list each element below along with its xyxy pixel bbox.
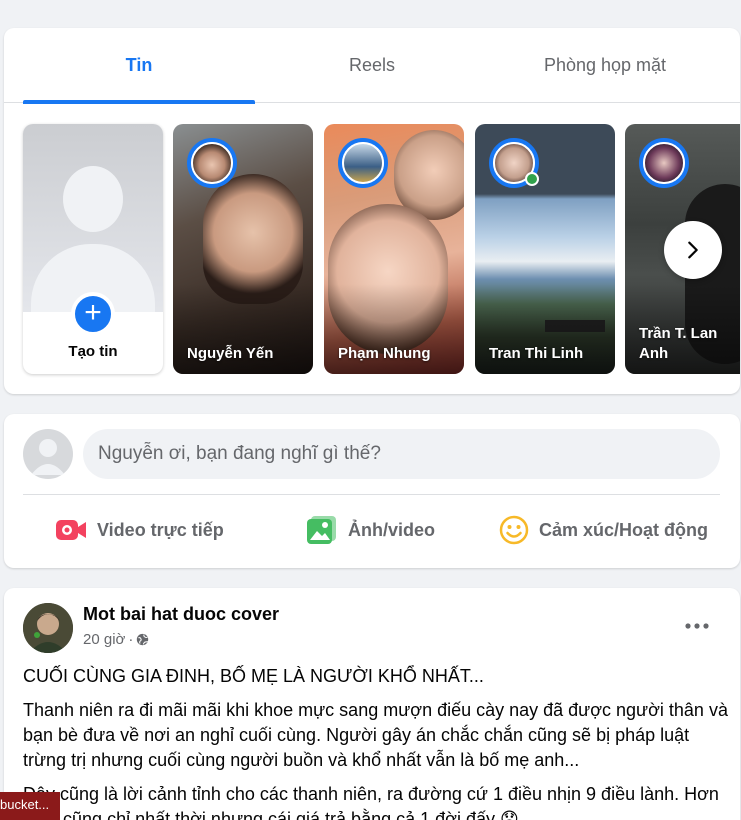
- divider: [23, 494, 720, 495]
- feeling-activity-label: Cảm xúc/Hoạt động: [539, 519, 709, 540]
- post-body: CUỐI CÙNG GIA ĐINH, BỐ MẸ LÀ NGƯỜI KHỔ N…: [23, 664, 728, 820]
- story-author-name: Nguyễn Yến: [187, 345, 274, 362]
- download-toast-label: bucket...: [0, 797, 50, 812]
- tab-stories-label: Tin: [125, 55, 153, 75]
- live-video-icon: [56, 520, 86, 540]
- create-story-label: Tạo tin: [68, 343, 118, 360]
- stories-card: Tin Reels Phòng họp mặt + Tạo tin Nguyễn…: [4, 28, 740, 394]
- story-author-name: Phạm Nhung: [338, 345, 431, 362]
- tab-active-indicator: [23, 100, 255, 104]
- tab-stories[interactable]: Tin: [23, 28, 255, 104]
- story-avatar: [639, 138, 689, 188]
- post-paragraph: CUỐI CÙNG GIA ĐINH, BỐ MẸ LÀ NGƯỜI KHỔ N…: [23, 666, 484, 686]
- story-card[interactable]: Tran Thi Linh: [475, 124, 615, 374]
- stories-tabs: Tin Reels Phòng họp mặt: [4, 28, 740, 104]
- post-paragraph: Thanh niên ra đi mãi mãi khi khoe mực sa…: [23, 700, 728, 770]
- post-paragraph: Đây cũng là lời cảnh tỉnh cho các thanh …: [23, 784, 719, 820]
- photo-icon: [307, 516, 336, 544]
- composer-placeholder: Nguyễn ơi, bạn đang nghĩ gì thế?: [98, 443, 381, 464]
- post-author-name[interactable]: Mot bai hat duoc cover: [83, 604, 279, 625]
- photo-video-label: Ảnh/video: [348, 519, 436, 540]
- plus-icon[interactable]: +: [71, 292, 115, 336]
- feeling-activity-button[interactable]: Cảm xúc/Hoạt động: [499, 510, 708, 550]
- separator-dot: ·: [128, 631, 134, 648]
- tab-reels-label: Reels: [348, 55, 396, 75]
- tab-reels[interactable]: Reels: [256, 28, 488, 103]
- photo-video-button[interactable]: Ảnh/video: [306, 510, 435, 550]
- live-video-button[interactable]: Video trực tiếp: [55, 510, 224, 550]
- story-author-name: Trần T. Lan Anh: [639, 325, 718, 362]
- story-author-name: Tran Thi Linh: [489, 345, 584, 362]
- story-avatar: [187, 138, 237, 188]
- avatar[interactable]: [23, 429, 73, 479]
- globe-icon: [137, 633, 149, 646]
- story-card[interactable]: Phạm Nhung: [324, 124, 464, 374]
- story-avatar: [338, 138, 388, 188]
- create-story-card[interactable]: + Tạo tin: [23, 124, 163, 374]
- download-toast[interactable]: bucket...: [0, 792, 60, 820]
- more-options-icon[interactable]: [677, 608, 717, 644]
- post-meta: 20 giờ ·: [83, 631, 149, 648]
- story-card[interactable]: Nguyễn Yến: [173, 124, 313, 374]
- composer-card: Nguyễn ơi, bạn đang nghĩ gì thế? Video t…: [4, 414, 740, 568]
- chevron-right-icon[interactable]: [664, 221, 722, 279]
- tab-rooms[interactable]: Phòng họp mặt: [489, 28, 721, 103]
- post-card: Mot bai hat duoc cover 20 giờ · CUỐI CÙN…: [4, 588, 740, 820]
- post-timestamp[interactable]: 20 giờ: [83, 631, 125, 648]
- default-profile-photo: [23, 124, 163, 312]
- feeling-icon: [499, 515, 529, 545]
- live-video-label: Video trực tiếp: [97, 519, 224, 540]
- composer-input[interactable]: Nguyễn ơi, bạn đang nghĩ gì thế?: [83, 429, 720, 479]
- tab-rooms-label: Phòng họp mặt: [543, 55, 667, 75]
- online-status-icon: [525, 172, 539, 186]
- avatar[interactable]: [23, 603, 73, 653]
